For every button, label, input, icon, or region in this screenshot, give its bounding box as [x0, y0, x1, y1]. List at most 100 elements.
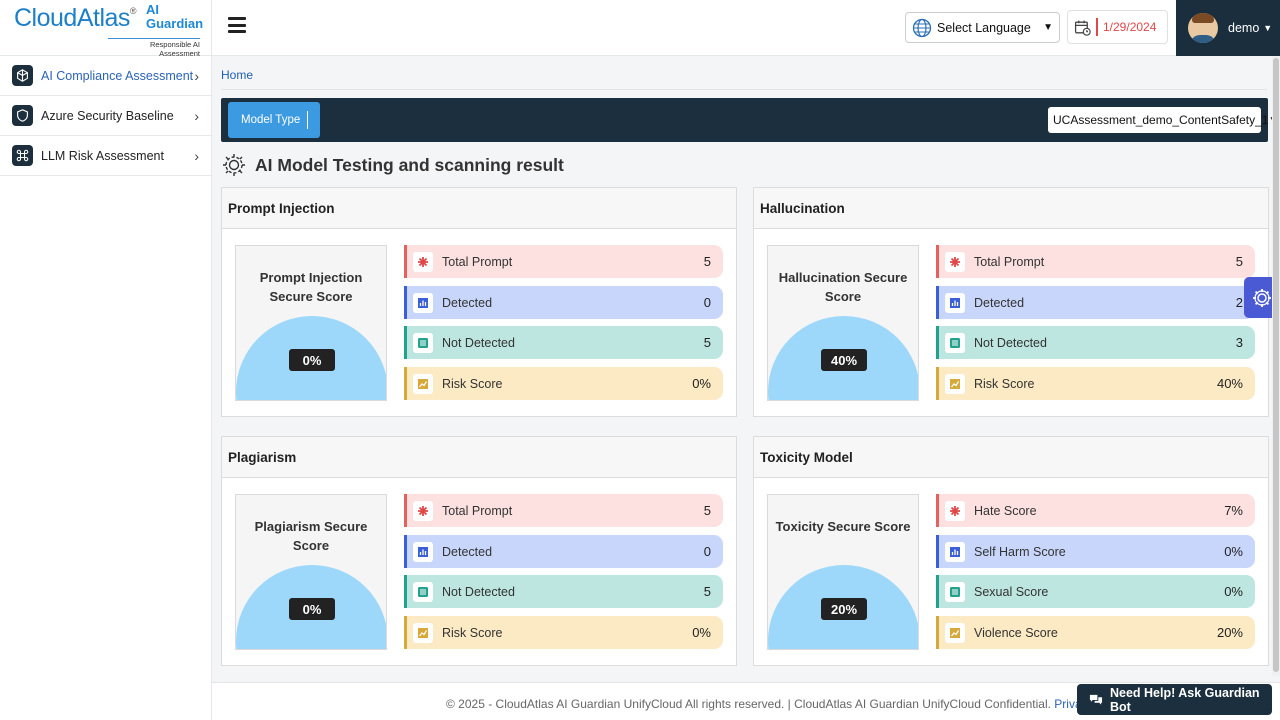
chevron-right-icon: › — [194, 147, 199, 164]
metric-value: 20% — [1216, 625, 1243, 640]
bar-chart-icon — [945, 541, 965, 562]
metric-row: Not Detected 5 — [404, 326, 723, 359]
sidebar-item-azure-security-baseline[interactable]: Azure Security Baseline › — [0, 96, 211, 136]
filter-bar: Model Type UCAssessment_demo_ContentSafe… — [221, 98, 1278, 142]
chevron-down-icon: ▼ — [1263, 23, 1273, 33]
metric-label: Violence Score — [974, 625, 1058, 640]
metric-value: 3 — [1235, 335, 1243, 350]
gauge-title: Plagiarism Secure Score — [254, 519, 368, 553]
globe-icon — [912, 18, 932, 37]
user-menu[interactable]: demo ▼ — [1176, 0, 1280, 56]
metric-row: Self Harm Score 0% — [936, 535, 1255, 568]
gauge-title: Prompt Injection Secure Score — [259, 270, 363, 304]
metric-label: Detected — [974, 295, 1025, 310]
date-picker[interactable]: 1/29/2024 — [1067, 10, 1168, 44]
chevron-down-icon: ▼ — [1043, 22, 1053, 33]
language-select[interactable]: Select Language ▼ — [905, 12, 1060, 43]
help-bot-label: Need Help! Ask Guardian Bot — [1109, 685, 1260, 714]
hamburger-menu-icon[interactable] — [228, 17, 246, 33]
sidebar-item-llm-risk-assessment[interactable]: LLM Risk Assessment › — [0, 136, 211, 176]
vertical-scrollbar[interactable] — [1272, 56, 1280, 676]
metric-value: 0 — [703, 295, 711, 310]
footer-text: © 2025 - CloudAtlas AI Guardian UnifyClo… — [446, 697, 1094, 711]
metric-label: Not Detected — [442, 335, 515, 350]
risk-chart-icon — [413, 373, 433, 394]
result-card-prompt-injection: Prompt Injection Prompt Injection Secure… — [221, 187, 737, 417]
metric-value: 0% — [692, 625, 711, 640]
bar-chart-icon — [413, 541, 433, 562]
bar-chart-icon — [413, 292, 433, 313]
list-check-icon — [413, 332, 433, 353]
secure-score-gauge: Toxicity Secure Score 20% — [767, 494, 919, 650]
metric-value: 5 — [703, 503, 711, 518]
metric-label: Hate Score — [974, 503, 1037, 518]
metric-label: Risk Score — [974, 376, 1035, 391]
metric-row: Hate Score 7% — [936, 494, 1255, 527]
list-check-icon — [945, 332, 965, 353]
gauge-value: 0% — [289, 349, 335, 371]
ai-gear-icon — [223, 154, 245, 176]
metric-row: Total Prompt 5 — [404, 245, 723, 278]
result-card-hallucination: Hallucination Hallucination Secure Score… — [753, 187, 1269, 417]
metric-row: Detected 0 — [404, 286, 723, 319]
result-card-plagiarism: Plagiarism Plagiarism Secure Score 0% To… — [221, 436, 737, 666]
gear-icon — [1253, 288, 1271, 307]
prompt-icon — [413, 251, 433, 272]
user-name: demo — [1228, 21, 1260, 35]
gauge-value: 40% — [821, 349, 867, 371]
risk-chart-icon — [413, 622, 433, 643]
chevron-right-icon: › — [194, 107, 199, 124]
page-title: AI Model Testing and scanning result — [255, 154, 564, 175]
prompt-icon — [413, 500, 433, 521]
metric-row: Not Detected 5 — [404, 575, 723, 608]
metric-value: 0% — [692, 376, 711, 391]
gauge-value: 20% — [821, 598, 867, 620]
section-title: AI Model Testing and scanning result — [221, 150, 564, 180]
prompt-icon — [945, 251, 965, 272]
chat-icon — [1089, 694, 1103, 705]
card-title: Plagiarism — [222, 437, 736, 478]
metric-label: Total Prompt — [442, 254, 513, 269]
metric-label: Not Detected — [442, 584, 515, 599]
metric-row: Risk Score 0% — [404, 616, 723, 649]
metric-value: 5 — [703, 254, 711, 269]
metric-label: Risk Score — [442, 625, 503, 640]
secure-score-gauge: Plagiarism Secure Score 0% — [235, 494, 387, 650]
metric-label: Total Prompt — [442, 503, 513, 518]
gauge-title: Toxicity Secure Score — [775, 519, 911, 534]
metric-value: 5 — [1235, 254, 1243, 269]
gauge-title: Hallucination Secure Score — [778, 270, 908, 304]
metric-row: Risk Score 40% — [936, 367, 1255, 400]
logo-tagline: Responsible AI Assessment — [108, 38, 200, 58]
metric-row: Detected 0 — [404, 535, 723, 568]
breadcrumb-home[interactable]: Home — [221, 68, 253, 82]
metric-value: 7% — [1224, 503, 1243, 518]
metric-label: Risk Score — [442, 376, 503, 391]
metric-label: Self Harm Score — [974, 544, 1066, 559]
metric-row: Total Prompt 5 — [936, 245, 1255, 278]
metric-row: Not Detected 3 — [936, 326, 1255, 359]
calendar-icon — [1074, 20, 1091, 36]
model-type-label: Model Type — [241, 114, 301, 126]
list-check-icon — [945, 581, 965, 602]
sidebar-item-ai-compliance-assessment[interactable]: AI Compliance Assessment › — [0, 56, 211, 96]
card-title: Toxicity Model — [754, 437, 1268, 478]
metric-row: Detected 2 — [936, 286, 1255, 319]
model-select-value: UCAssessment_demo_ContentSafety_1 — [1053, 113, 1269, 127]
avatar — [1188, 13, 1218, 43]
help-bot-button[interactable]: Need Help! Ask Guardian Bot — [1077, 684, 1272, 715]
logo[interactable]: CloudAtlas® AI Guardian Responsible AI As… — [0, 0, 211, 58]
metric-label: Total Prompt — [974, 254, 1045, 269]
metric-label: Sexual Score — [974, 584, 1049, 599]
bar-chart-icon — [945, 292, 965, 313]
metric-label: Not Detected — [974, 335, 1047, 350]
card-title: Prompt Injection — [222, 188, 736, 229]
logo-product: AI Guardian — [146, 2, 204, 31]
secure-score-gauge: Prompt Injection Secure Score 0% — [235, 245, 387, 401]
model-select[interactable]: UCAssessment_demo_ContentSafety_1 ▼ — [1048, 107, 1278, 133]
sidebar-item-label: LLM Risk Assessment — [41, 148, 164, 163]
sidebar-item-label: Azure Security Baseline — [41, 108, 174, 123]
prompt-icon — [945, 500, 965, 521]
model-type-button[interactable]: Model Type — [228, 102, 320, 138]
list-check-icon — [413, 581, 433, 602]
